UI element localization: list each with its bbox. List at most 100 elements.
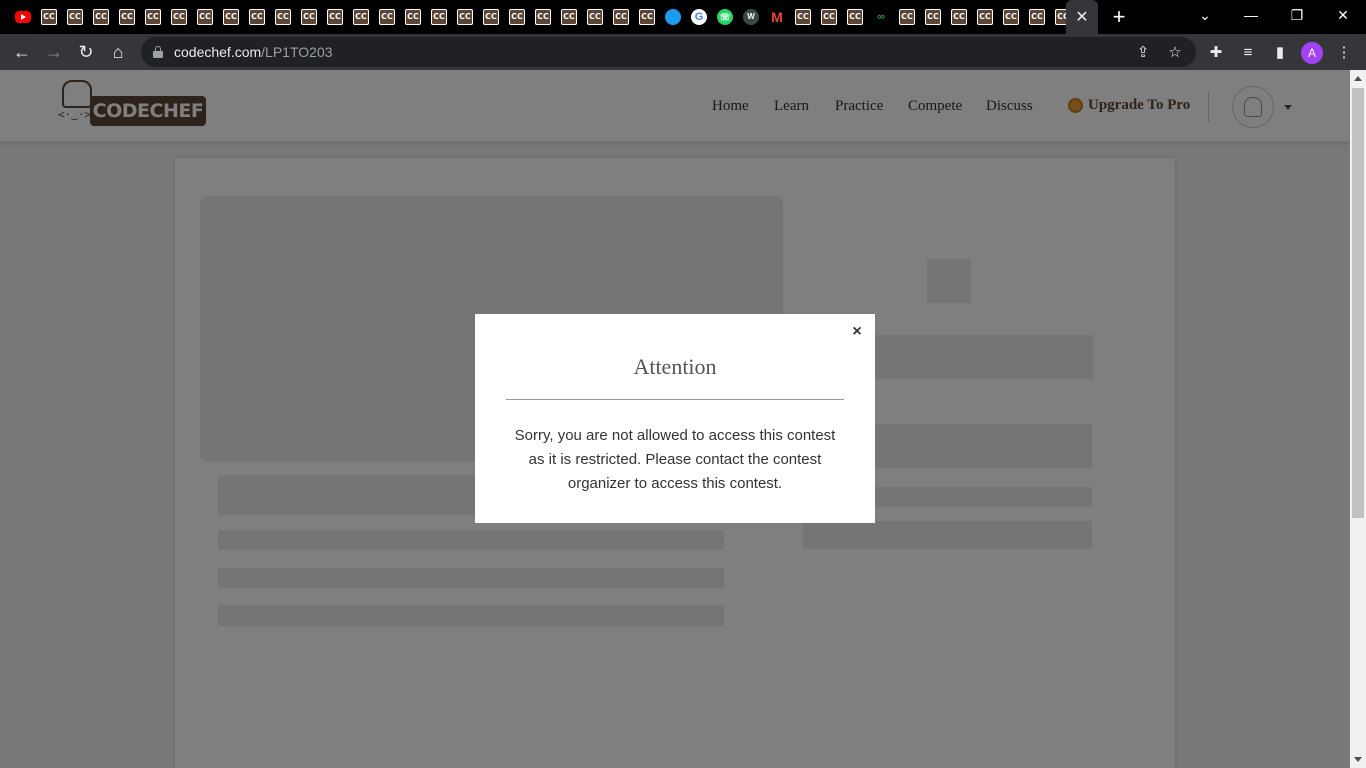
browser-tab[interactable]: CC [400, 6, 426, 28]
browser-tab[interactable]: CC [582, 6, 608, 28]
tab-search-button[interactable]: ⌄ [1182, 0, 1228, 30]
scroll-up-icon[interactable] [1354, 76, 1362, 81]
browser-tab[interactable]: CC [452, 6, 478, 28]
browser-tab-strip: CC CC CC CC CC CC CC CC CC CC CC CC CC CC CC CC CC CC CC CC… [0, 0, 1366, 34]
window-close-button[interactable]: ✕ [1320, 0, 1366, 30]
browser-tab[interactable]: CC [920, 6, 946, 28]
browser-tab[interactable]: CC [530, 6, 556, 28]
url-text[interactable]: codechef.com/LP1TO203 [174, 44, 333, 60]
gmail-favicon-icon: M [771, 9, 783, 25]
browser-tab[interactable]: CC [114, 6, 140, 28]
browser-tab[interactable]: CC [218, 6, 244, 28]
tab-list: CC CC CC CC CC CC CC CC CC CC CC CC CC CC CC CC CC CC CC CC… [10, 6, 1076, 28]
cc-favicon-icon: CC [951, 9, 967, 25]
cc-favicon-icon: CC [795, 9, 811, 25]
browser-tab[interactable]: W [738, 6, 764, 28]
page-scrollbar[interactable] [1350, 70, 1366, 768]
address-bar[interactable]: codechef.com/LP1TO203 ⇪ ☆ [141, 37, 1196, 67]
scroll-thumb[interactable] [1352, 88, 1364, 518]
cc-favicon-icon: CC [1003, 9, 1019, 25]
media-queue-icon[interactable]: ≡ [1234, 38, 1262, 66]
browser-tab[interactable]: CC [374, 6, 400, 28]
cc-favicon-icon: CC [145, 9, 161, 25]
cc-favicon-icon: CC [223, 9, 239, 25]
browser-tab[interactable]: CC [166, 6, 192, 28]
home-button[interactable]: ⌂ [104, 38, 132, 66]
browser-tab[interactable]: CC [556, 6, 582, 28]
browser-tab[interactable]: CC [946, 6, 972, 28]
browser-tab[interactable]: G [686, 6, 712, 28]
browser-tab[interactable] [660, 6, 686, 28]
cc-favicon-icon: CC [587, 9, 603, 25]
browser-tab[interactable]: CC [634, 6, 660, 28]
browser-tab[interactable]: CC [426, 6, 452, 28]
restore-button[interactable]: ❐ [1274, 0, 1320, 30]
share-icon[interactable]: ⇪ [1131, 40, 1155, 64]
more-menu-icon[interactable]: ⋮ [1330, 38, 1358, 66]
browser-tab[interactable]: CC [348, 6, 374, 28]
browser-tab[interactable]: CC [1024, 6, 1050, 28]
lock-icon[interactable] [153, 46, 163, 58]
browser-tab[interactable]: CC [894, 6, 920, 28]
browser-tab[interactable]: CC [296, 6, 322, 28]
browser-tab[interactable]: CC [790, 6, 816, 28]
browser-tab[interactable]: M [764, 6, 790, 28]
browser-tab[interactable]: CC [62, 6, 88, 28]
page-viewport: <·‿·> CODECHEF Home Learn Practice Compe… [0, 70, 1350, 768]
active-tab[interactable]: ✕ [1066, 0, 1098, 34]
cc-favicon-icon: CC [327, 9, 343, 25]
cc-favicon-icon: CC [483, 9, 499, 25]
browser-tab[interactable] [10, 6, 36, 28]
extensions-icon[interactable]: ✚ [1202, 38, 1230, 66]
browser-tab[interactable]: CC [192, 6, 218, 28]
close-icon[interactable]: × [849, 323, 865, 340]
cc-favicon-icon: CC [639, 9, 655, 25]
browser-tab[interactable]: CC [816, 6, 842, 28]
reload-button[interactable]: ↻ [72, 38, 100, 66]
browser-tab[interactable]: CC [270, 6, 296, 28]
minimize-button[interactable]: — [1228, 0, 1274, 30]
cc-favicon-icon: CC [67, 9, 83, 25]
cc-favicon-icon: CC [405, 9, 421, 25]
reload-icon: ↻ [78, 41, 94, 62]
bookmark-star-icon[interactable]: ☆ [1163, 40, 1187, 64]
url-domain: codechef.com [174, 44, 262, 60]
attention-modal: × Attention Sorry, you are not allowed t… [475, 314, 875, 523]
browser-tab[interactable]: CC [140, 6, 166, 28]
browser-tab[interactable]: CC [36, 6, 62, 28]
close-tab-icon[interactable]: ✕ [1075, 7, 1088, 27]
browser-tab[interactable]: CC [244, 6, 270, 28]
modal-message: Sorry, you are not allowed to access thi… [514, 427, 836, 492]
browser-tab[interactable]: ☏ [712, 6, 738, 28]
new-tab-button[interactable]: + [1106, 4, 1132, 29]
cc-favicon-icon: CC [41, 9, 57, 25]
google-favicon-icon: G [691, 9, 707, 25]
modal-title: Attention [633, 354, 717, 379]
browser-tab[interactable]: CC [998, 6, 1024, 28]
yt-favicon-icon [15, 11, 31, 23]
browser-tab[interactable]: ∞ [868, 6, 894, 28]
globe-favicon-icon [665, 9, 681, 25]
cc-favicon-icon: CC [171, 9, 187, 25]
back-button[interactable]: ← [8, 38, 36, 66]
side-panel-icon[interactable]: ▮ [1266, 38, 1294, 66]
browser-tab[interactable]: CC [88, 6, 114, 28]
browser-tab[interactable]: CC [478, 6, 504, 28]
cc-favicon-icon: CC [535, 9, 551, 25]
cc-favicon-icon: CC [821, 9, 837, 25]
wa-favicon-icon: ☏ [717, 9, 733, 25]
browser-tab[interactable]: CC [972, 6, 998, 28]
w-favicon-icon: W [743, 9, 759, 25]
browser-tab[interactable]: CC [608, 6, 634, 28]
forward-button[interactable]: → [40, 38, 68, 66]
cc-favicon-icon: CC [93, 9, 109, 25]
cc-favicon-icon: CC [301, 9, 317, 25]
browser-tab[interactable]: CC [504, 6, 530, 28]
cc-favicon-icon: CC [847, 9, 863, 25]
browser-tab[interactable]: CC [842, 6, 868, 28]
browser-tab[interactable]: CC [322, 6, 348, 28]
scroll-down-icon[interactable] [1354, 757, 1362, 762]
cc-favicon-icon: CC [977, 9, 993, 25]
profile-avatar[interactable]: A [1301, 42, 1323, 64]
cc-favicon-icon: CC [1029, 9, 1045, 25]
